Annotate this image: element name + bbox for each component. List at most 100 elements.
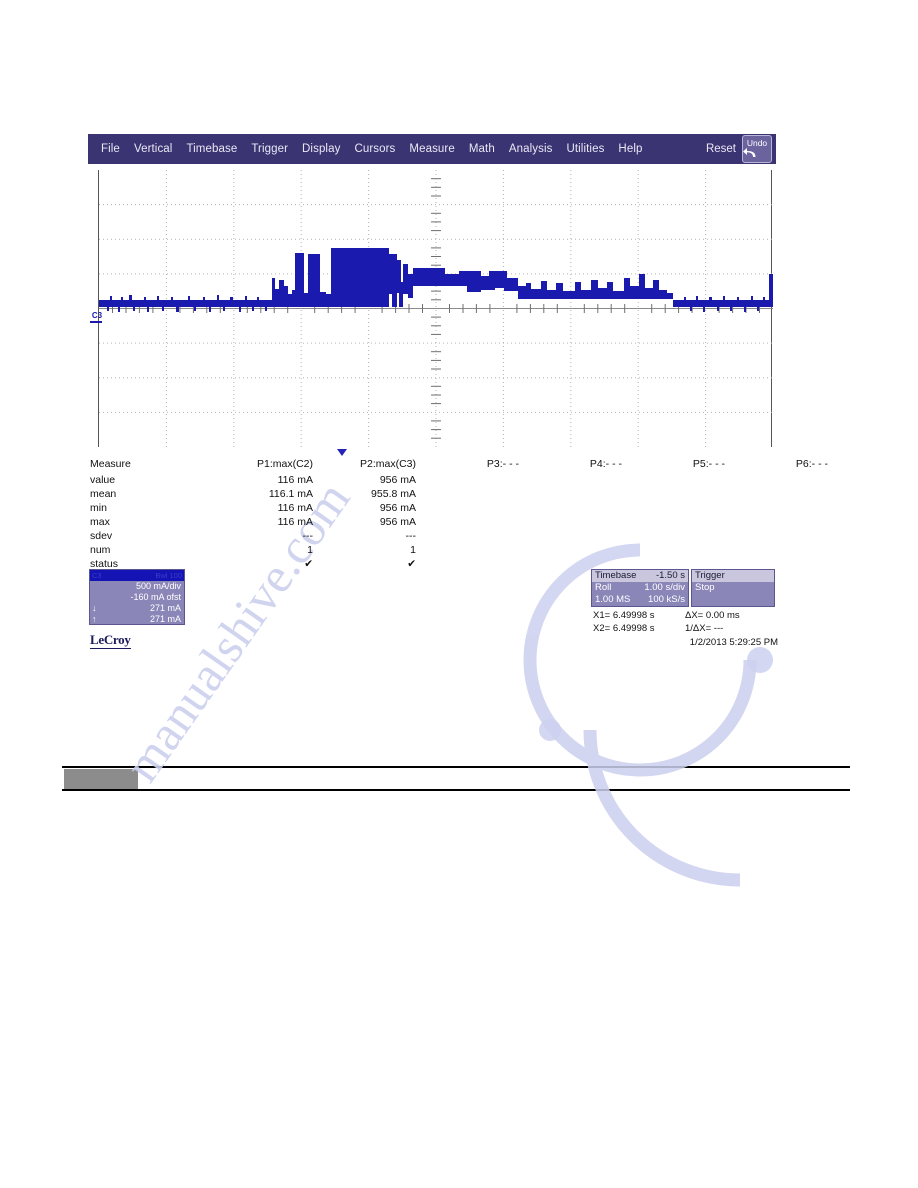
trigger-header: Trigger bbox=[692, 570, 774, 582]
p2-sdev: --- bbox=[405, 530, 417, 542]
timebase-header: Timebase -1.50 s bbox=[592, 570, 688, 582]
undo-button-label: Undo bbox=[746, 138, 768, 148]
p2-min: 956 mA bbox=[379, 502, 416, 514]
p2-value: 956 mA bbox=[379, 474, 416, 486]
undo-arrow-icon bbox=[743, 148, 756, 157]
measure-col-p3-head[interactable]: P3:- - - bbox=[426, 457, 529, 473]
p3-mean bbox=[426, 487, 529, 501]
cursor-x2-group: X2= 6.49998 s bbox=[593, 622, 685, 635]
menu-help[interactable]: Help bbox=[611, 134, 649, 164]
p1-min: 116 mA bbox=[277, 502, 313, 514]
channel-max-value: 271 mA bbox=[149, 614, 181, 624]
p4-mean bbox=[529, 487, 632, 501]
p3-max bbox=[426, 515, 529, 529]
p4-sdev bbox=[529, 529, 632, 543]
trigger-position-marker[interactable] bbox=[337, 449, 347, 456]
measure-row-min: min 116 mA 956 mA bbox=[88, 501, 838, 515]
row-label-min: min bbox=[90, 502, 107, 514]
timebase-scale: 1.00 s/div bbox=[644, 582, 685, 593]
cursor-invdx-label: 1/ΔX= bbox=[685, 623, 712, 634]
channel-descriptor-name: C3 bbox=[92, 571, 102, 580]
p6-value bbox=[735, 473, 838, 487]
cursor-dx-group: ΔX= 0.00 ms bbox=[685, 609, 778, 622]
reset-button[interactable]: Reset bbox=[706, 143, 742, 155]
measure-col-p6-head[interactable]: P6:- - - bbox=[735, 457, 838, 473]
menu-math[interactable]: Math bbox=[462, 134, 502, 164]
channel-vertical-offset: -160 mA ofst bbox=[130, 592, 181, 602]
channel-min-value: 271 mA bbox=[149, 603, 181, 613]
timebase-memory: 1.00 MS bbox=[595, 594, 631, 605]
channel-marker-line bbox=[90, 321, 102, 323]
row-label-value: value bbox=[90, 474, 116, 486]
measure-header-row: Measure P1:max(C2) P2:max(C3) P3:- - - P… bbox=[88, 457, 838, 473]
p2-mean: 955.8 mA bbox=[371, 488, 416, 500]
p1-value: 116 mA bbox=[277, 474, 313, 486]
p5-min bbox=[632, 501, 735, 515]
footer-page-marker bbox=[64, 769, 138, 789]
channel-descriptor-box-c3[interactable]: C3 Bwl 100 500 mA/div -160 mA ofst ↓ 271… bbox=[89, 569, 185, 625]
menu-trigger[interactable]: Trigger bbox=[244, 134, 295, 164]
row-label-sdev: sdev bbox=[90, 530, 113, 542]
channel-descriptor-header[interactable]: C3 Bwl 100 bbox=[90, 570, 184, 581]
menu-vertical[interactable]: Vertical bbox=[127, 134, 180, 164]
menu-file[interactable]: File bbox=[94, 134, 127, 164]
p6-min bbox=[735, 501, 838, 515]
p6-sdev bbox=[735, 529, 838, 543]
menu-analysis[interactable]: Analysis bbox=[502, 134, 560, 164]
p3-value bbox=[426, 473, 529, 487]
menu-display[interactable]: Display bbox=[295, 134, 347, 164]
cursor-invdx-value: --- bbox=[713, 623, 724, 634]
scope-menu-bar: File Vertical Timebase Trigger Display C… bbox=[88, 134, 776, 164]
p5-value bbox=[632, 473, 735, 487]
menu-cursors[interactable]: Cursors bbox=[347, 134, 402, 164]
p5-sdev bbox=[632, 529, 735, 543]
measure-row-value: value 116 mA 956 mA bbox=[88, 473, 838, 487]
cursor-dx-label: ΔX= bbox=[685, 610, 704, 621]
trigger-box[interactable]: Trigger Stop bbox=[691, 569, 775, 607]
measure-col-p4-head[interactable]: P4:- - - bbox=[529, 457, 632, 473]
channel-marker-label: C3 bbox=[91, 311, 103, 320]
cursor-x1-line: X1= 6.49998 s ΔX= 0.00 ms bbox=[593, 609, 778, 622]
footer-rule-top bbox=[62, 766, 850, 768]
graticule-grid[interactable]: C3 bbox=[90, 170, 773, 447]
p1-num: 1 bbox=[307, 544, 313, 556]
measure-row-num: num 1 1 bbox=[88, 543, 838, 557]
p3-min bbox=[426, 501, 529, 515]
p2-status: ✔ bbox=[407, 558, 416, 570]
menu-utilities[interactable]: Utilities bbox=[559, 134, 611, 164]
cursor-x1-label: X1= bbox=[593, 610, 611, 621]
menu-timebase[interactable]: Timebase bbox=[179, 134, 244, 164]
timebase-acq-row: 1.00 MS 100 kS/s bbox=[592, 594, 688, 606]
channel-marker-c3[interactable]: C3 bbox=[90, 311, 104, 323]
p6-mean bbox=[735, 487, 838, 501]
timebase-mode: Roll bbox=[595, 582, 612, 593]
p6-num bbox=[735, 543, 838, 557]
undo-button[interactable]: Undo bbox=[742, 135, 772, 163]
p4-max bbox=[529, 515, 632, 529]
cursor-x2-line: X2= 6.49998 s 1/ΔX= --- bbox=[593, 622, 778, 635]
arrow-up-icon: ↑ bbox=[92, 614, 97, 624]
waveform-display-area: C3 bbox=[90, 170, 773, 456]
timebase-box[interactable]: Timebase -1.50 s Roll 1.00 s/div 1.00 MS… bbox=[591, 569, 689, 607]
cursor-dx-value: 0.00 ms bbox=[705, 610, 740, 621]
measure-col-p2-head[interactable]: P2:max(C3) bbox=[323, 457, 426, 473]
measure-col-p1-head[interactable]: P1:max(C2) bbox=[220, 457, 323, 473]
timebase-delay-value: -1.50 s bbox=[655, 570, 685, 581]
p3-status bbox=[426, 557, 529, 571]
measure-table: Measure P1:max(C2) P2:max(C3) P3:- - - P… bbox=[88, 457, 828, 571]
timebase-header-label: Timebase bbox=[595, 570, 637, 581]
row-label-mean: mean bbox=[90, 488, 117, 500]
cursor-invdx-group: 1/ΔX= --- bbox=[685, 622, 778, 635]
p5-max bbox=[632, 515, 735, 529]
p2-max: 956 mA bbox=[379, 516, 416, 528]
measure-col-p5-head[interactable]: P5:- - - bbox=[632, 457, 735, 473]
p5-num bbox=[632, 543, 735, 557]
cursor-x1-value: 6.49998 s bbox=[612, 610, 655, 621]
menu-measure[interactable]: Measure bbox=[402, 134, 461, 164]
channel-vertical-scale: 500 mA/div bbox=[135, 581, 181, 591]
trigger-state: Stop bbox=[695, 582, 715, 593]
p5-mean bbox=[632, 487, 735, 501]
p4-value bbox=[529, 473, 632, 487]
status-boxes-group: Timebase -1.50 s Roll 1.00 s/div 1.00 MS… bbox=[591, 569, 775, 607]
cursor-x1-group: X1= 6.49998 s bbox=[593, 609, 685, 622]
